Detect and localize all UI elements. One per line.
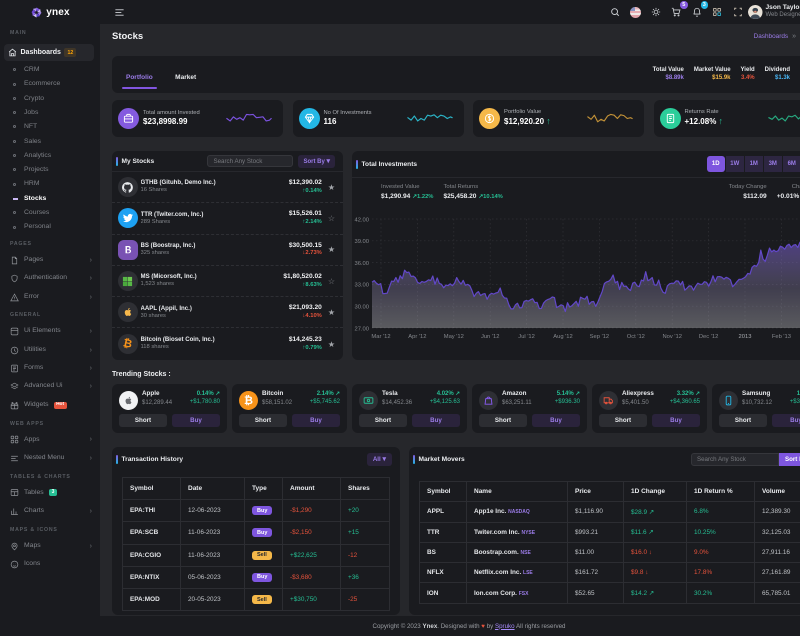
svg-text:42.00: 42.00 — [354, 217, 369, 223]
svg-text:Apr '12: Apr '12 — [408, 334, 426, 340]
svg-text:27.00: 27.00 — [354, 326, 369, 332]
svg-text:Mar '12: Mar '12 — [371, 334, 390, 340]
svg-text:39.00: 39.00 — [354, 239, 369, 245]
svg-text:Jun '12: Jun '12 — [481, 334, 500, 340]
svg-text:33.00: 33.00 — [354, 283, 369, 289]
svg-text:30.00: 30.00 — [354, 305, 369, 311]
svg-text:Sep '12: Sep '12 — [590, 334, 609, 340]
svg-text:Feb '13: Feb '13 — [772, 334, 791, 340]
svg-text:May '12: May '12 — [444, 334, 464, 340]
svg-text:Aug '12: Aug '12 — [553, 334, 572, 340]
svg-text:Oct '12: Oct '12 — [627, 334, 645, 340]
svg-text:36.00: 36.00 — [354, 261, 369, 267]
svg-text:2013: 2013 — [739, 334, 752, 340]
svg-text:Dec '12: Dec '12 — [699, 334, 718, 340]
svg-text:Nov '12: Nov '12 — [662, 334, 681, 340]
svg-text:Jul '12: Jul '12 — [518, 334, 535, 340]
